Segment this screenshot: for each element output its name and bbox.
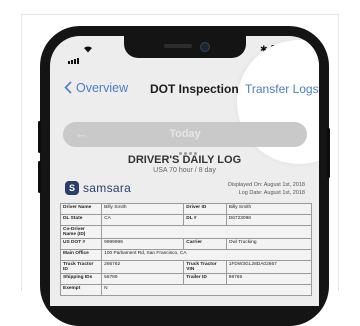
table-cell: Main Office <box>59 249 103 261</box>
log-subtitle: USA 70 hour / 8 day <box>153 167 216 174</box>
samsara-logo: S samsara <box>65 181 131 195</box>
table-cell: DL # <box>183 214 227 226</box>
table-cell: Exempt <box>59 284 103 296</box>
table-cell: Billy Smith <box>101 203 185 215</box>
table-cell: 286762 <box>101 260 185 274</box>
log-date: Log Date: August 1st, 2018 <box>238 190 305 196</box>
transfer-logs-button[interactable]: Transfer Logs <box>245 82 319 96</box>
back-button[interactable]: Overview <box>64 81 128 95</box>
camera-icon <box>200 42 210 52</box>
table-cell: Billy Smith <box>225 203 313 215</box>
table-cell: 1FDW3GL28DA02867 <box>225 260 313 274</box>
table-cell: 9999999 <box>101 238 185 250</box>
table-cell: N <box>101 284 312 296</box>
table-cell: CA <box>101 214 185 226</box>
table-row: DL State CA DL # D6723098 <box>59 214 313 226</box>
table-row: Shipping IDs 56789 Trailer ID 98765 <box>59 273 313 285</box>
volume-up-button <box>38 121 41 153</box>
power-button <box>327 128 330 178</box>
table-cell: US DOT # <box>59 238 103 250</box>
back-label: Overview <box>76 81 129 95</box>
table-row: Main Office 100 Parliament Rd, San Franci… <box>59 249 312 261</box>
table-cell: 56789 <box>101 273 185 285</box>
table-cell: Driver Name <box>59 203 103 215</box>
logo-text: samsara <box>83 181 132 195</box>
wifi-icon <box>83 45 93 55</box>
page-title: DOT Inspection <box>150 82 239 96</box>
table-row: Truck Tractor ID 286762 Truck Tractor VIN 1… <box>59 260 313 274</box>
table-cell: D6723098 <box>225 214 313 226</box>
table-row: Exempt N <box>59 284 312 296</box>
log-title: DRIVER'S DAILY LOG <box>127 154 242 166</box>
table-cell: 98765 <box>225 273 313 285</box>
date-label: Today <box>169 128 201 140</box>
chevron-left-icon <box>64 81 72 95</box>
samsara-logo-icon: S <box>65 181 79 195</box>
table-cell: Trailer ID <box>183 273 227 285</box>
table-row: Co-Driver Name (ID) <box>59 225 312 239</box>
table-cell: Owl Trucking <box>225 238 313 250</box>
notch <box>124 36 246 58</box>
log-dates: Displayed On: August 1st, 2018 Log Date:… <box>228 181 305 197</box>
table-cell: Driver ID <box>183 203 227 215</box>
log-table: Driver Name Billy Smith Driver ID Billy Smi… <box>59 203 313 296</box>
displayed-on: Displayed On: August 1st, 2018 <box>227 182 305 188</box>
speaker <box>164 44 192 48</box>
table-cell: Co-Driver Name (ID) <box>59 225 103 239</box>
table-cell: Carrier <box>183 238 227 250</box>
volume-down-button <box>38 161 41 193</box>
signal-icon <box>68 46 80 64</box>
phone-screen: ✱ Overview DOT Inspection Transfer Logs … <box>50 36 319 306</box>
table-cell: Truck Tractor ID <box>59 260 103 274</box>
date-selector: ← Today <box>63 122 307 155</box>
table-cell: Truck Tractor VIN <box>183 260 227 274</box>
table-cell: DL State <box>59 214 103 226</box>
table-cell: 100 Parliament Rd, San Francisco, CA <box>101 249 312 261</box>
table-cell: Shipping IDs <box>59 273 103 285</box>
table-row: Driver Name Billy Smith Driver ID Billy Smi… <box>59 203 313 215</box>
table-row: US DOT #9999999 Carrier Owl Trucking <box>59 238 313 250</box>
table-cell <box>101 225 312 239</box>
